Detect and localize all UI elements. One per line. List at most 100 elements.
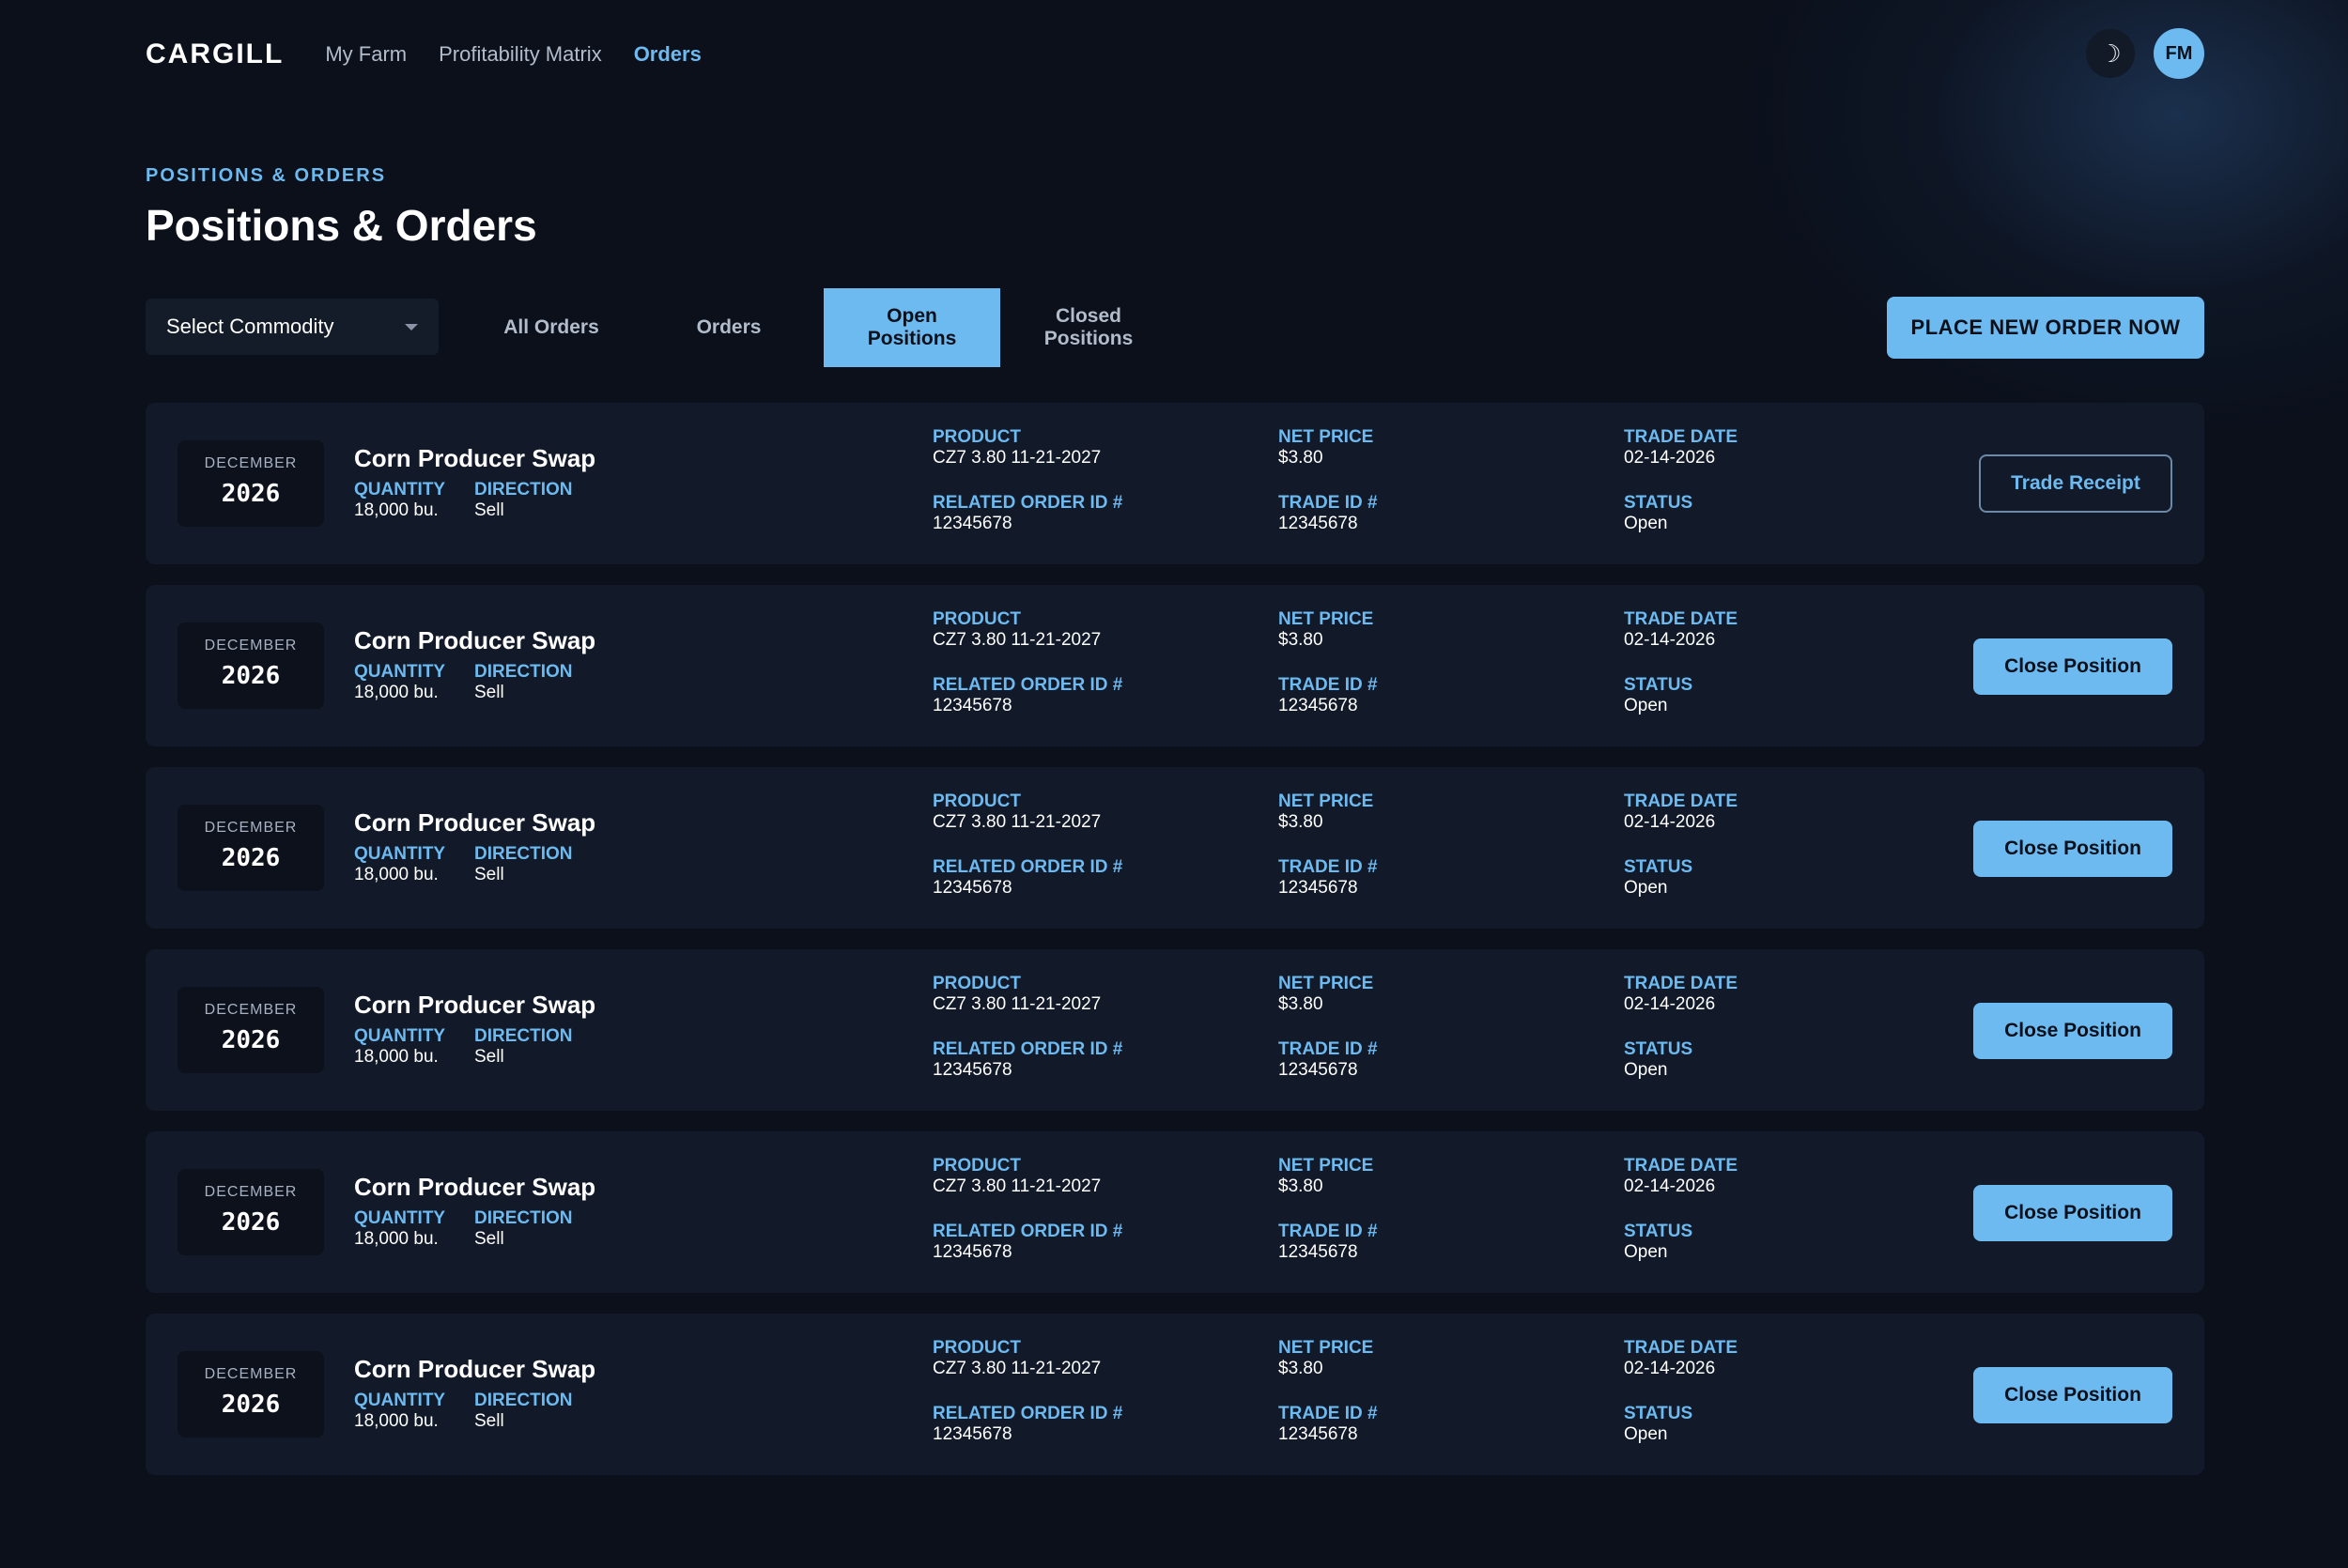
direction-label: DIRECTION [474,1208,573,1228]
tab-label: Orders [696,316,762,338]
product-label: PRODUCT [933,792,1021,811]
related-order-label: RELATED ORDER ID # [933,675,1123,695]
related-order-label: RELATED ORDER ID # [933,857,1123,877]
moon-icon: ☽ [2099,38,2122,68]
position-name: Corn Producer Swap [354,991,596,1019]
related-order-field: RELATED ORDER ID # 12345678 [933,1404,1122,1445]
contract-month: DECEMBER [204,1366,298,1382]
contract-year: 2026 [221,1026,281,1054]
commodity-select[interactable]: Select Commodity [146,299,439,355]
status-field: STATUS Open [1624,1039,1692,1081]
tab-closed-positions[interactable]: Closed Positions [1000,288,1177,367]
direction-field: DIRECTION Sell [474,1208,573,1250]
product-label: PRODUCT [933,974,1021,993]
status-label: STATUS [1624,1404,1693,1423]
product-value: CZ7 3.80 11-21-2027 [933,994,1102,1014]
contract-date-badge: DECEMBER 2026 [178,1351,324,1437]
close-position-button[interactable]: Close Position [1973,1185,2172,1241]
logo: CARGILL [146,38,285,69]
status-value: Open [1624,878,1668,898]
contract-month: DECEMBER [204,1184,298,1200]
product-field: PRODUCT CZ7 3.80 11-21-2027 [933,1338,1101,1379]
trade-id-field: TRADE ID # 12345678 [1278,675,1378,716]
quantity-value: 18,000 bu. [354,865,439,884]
close-position-button[interactable]: Close Position [1973,1367,2172,1423]
trade-date-label: TRADE DATE [1624,974,1738,993]
quantity-value: 18,000 bu. [354,1047,439,1067]
contract-month: DECEMBER [204,820,298,836]
nav-link-my-farm[interactable]: My Farm [325,42,407,67]
direction-field: DIRECTION Sell [474,1026,573,1068]
trade-date-value: 02-14-2026 [1624,1359,1716,1378]
quantity-label: QUANTITY [354,1208,446,1228]
avatar[interactable]: FM [2154,28,2204,79]
trade-id-value: 12345678 [1278,878,1358,898]
trade-date-label: TRADE DATE [1624,1338,1738,1358]
quantity-label: QUANTITY [354,1026,446,1046]
close-position-button[interactable]: Close Position [1973,821,2172,877]
nav-link-orders[interactable]: Orders [634,42,702,67]
tab-open-positions[interactable]: Open Positions [824,288,1000,367]
net-price-value: $3.80 [1278,1359,1323,1378]
status-value: Open [1624,1424,1668,1444]
position-name: Corn Producer Swap [354,808,596,837]
contract-date-badge: DECEMBER 2026 [178,623,324,709]
net-price-value: $3.80 [1278,994,1323,1014]
trade-date-value: 02-14-2026 [1624,1176,1716,1196]
direction-value: Sell [474,1047,504,1067]
page: CARGILL My Farm Profitability Matrix Ord… [146,0,2204,1496]
direction-label: DIRECTION [474,662,573,682]
trade-id-value: 12345678 [1278,1060,1358,1080]
contract-date-badge: DECEMBER 2026 [178,805,324,891]
quantity-field: QUANTITY 18,000 bu. [354,1391,445,1432]
place-new-order-button[interactable]: PLACE NEW ORDER NOW [1887,297,2204,359]
product-field: PRODUCT CZ7 3.80 11-21-2027 [933,427,1101,469]
net-price-label: NET PRICE [1278,792,1374,811]
quantity-field: QUANTITY 18,000 bu. [354,1208,445,1250]
tab-orders[interactable]: Orders [641,288,817,367]
position-card: DECEMBER 2026 Corn Producer Swap QUANTIT… [146,1131,2204,1293]
trade-receipt-button[interactable]: Trade Receipt [1979,454,2172,513]
related-order-field: RELATED ORDER ID # 12345678 [933,1039,1122,1081]
product-label: PRODUCT [933,609,1021,629]
status-value: Open [1624,696,1668,715]
trade-id-field: TRADE ID # 12345678 [1278,857,1378,899]
close-position-button[interactable]: Close Position [1973,1003,2172,1059]
position-card: DECEMBER 2026 Corn Producer Swap QUANTIT… [146,949,2204,1111]
status-value: Open [1624,1060,1668,1080]
product-label: PRODUCT [933,1338,1021,1358]
direction-label: DIRECTION [474,480,573,500]
status-label: STATUS [1624,675,1693,695]
quantity-label: QUANTITY [354,480,446,500]
direction-field: DIRECTION Sell [474,480,573,521]
related-order-value: 12345678 [933,878,1012,898]
contract-date-badge: DECEMBER 2026 [178,987,324,1073]
related-order-value: 12345678 [933,696,1012,715]
position-name: Corn Producer Swap [354,626,596,654]
close-position-button[interactable]: Close Position [1973,638,2172,695]
net-price-label: NET PRICE [1278,1156,1374,1176]
quantity-label: QUANTITY [354,1391,446,1410]
net-price-label: NET PRICE [1278,609,1374,629]
position-name: Corn Producer Swap [354,444,596,472]
quantity-field: QUANTITY 18,000 bu. [354,662,445,703]
theme-toggle-button[interactable]: ☽ [2086,29,2135,78]
product-field: PRODUCT CZ7 3.80 11-21-2027 [933,609,1101,651]
trade-id-label: TRADE ID # [1278,1404,1378,1423]
contract-year: 2026 [221,1391,281,1419]
contract-month: DECEMBER [204,638,298,653]
product-value: CZ7 3.80 11-21-2027 [933,1176,1102,1196]
status-label: STATUS [1624,493,1693,513]
tab-all-orders[interactable]: All Orders [463,288,640,367]
direction-value: Sell [474,865,504,884]
related-order-field: RELATED ORDER ID # 12345678 [933,675,1122,716]
nav-link-profitability-matrix[interactable]: Profitability Matrix [439,42,602,67]
status-label: STATUS [1624,1222,1693,1241]
related-order-value: 12345678 [933,1060,1012,1080]
page-title: Positions & Orders [146,201,537,250]
related-order-field: RELATED ORDER ID # 12345678 [933,493,1122,534]
trade-date-label: TRADE DATE [1624,609,1738,629]
trade-id-label: TRADE ID # [1278,493,1378,513]
trade-date-label: TRADE DATE [1624,792,1738,811]
quantity-label: QUANTITY [354,662,446,682]
